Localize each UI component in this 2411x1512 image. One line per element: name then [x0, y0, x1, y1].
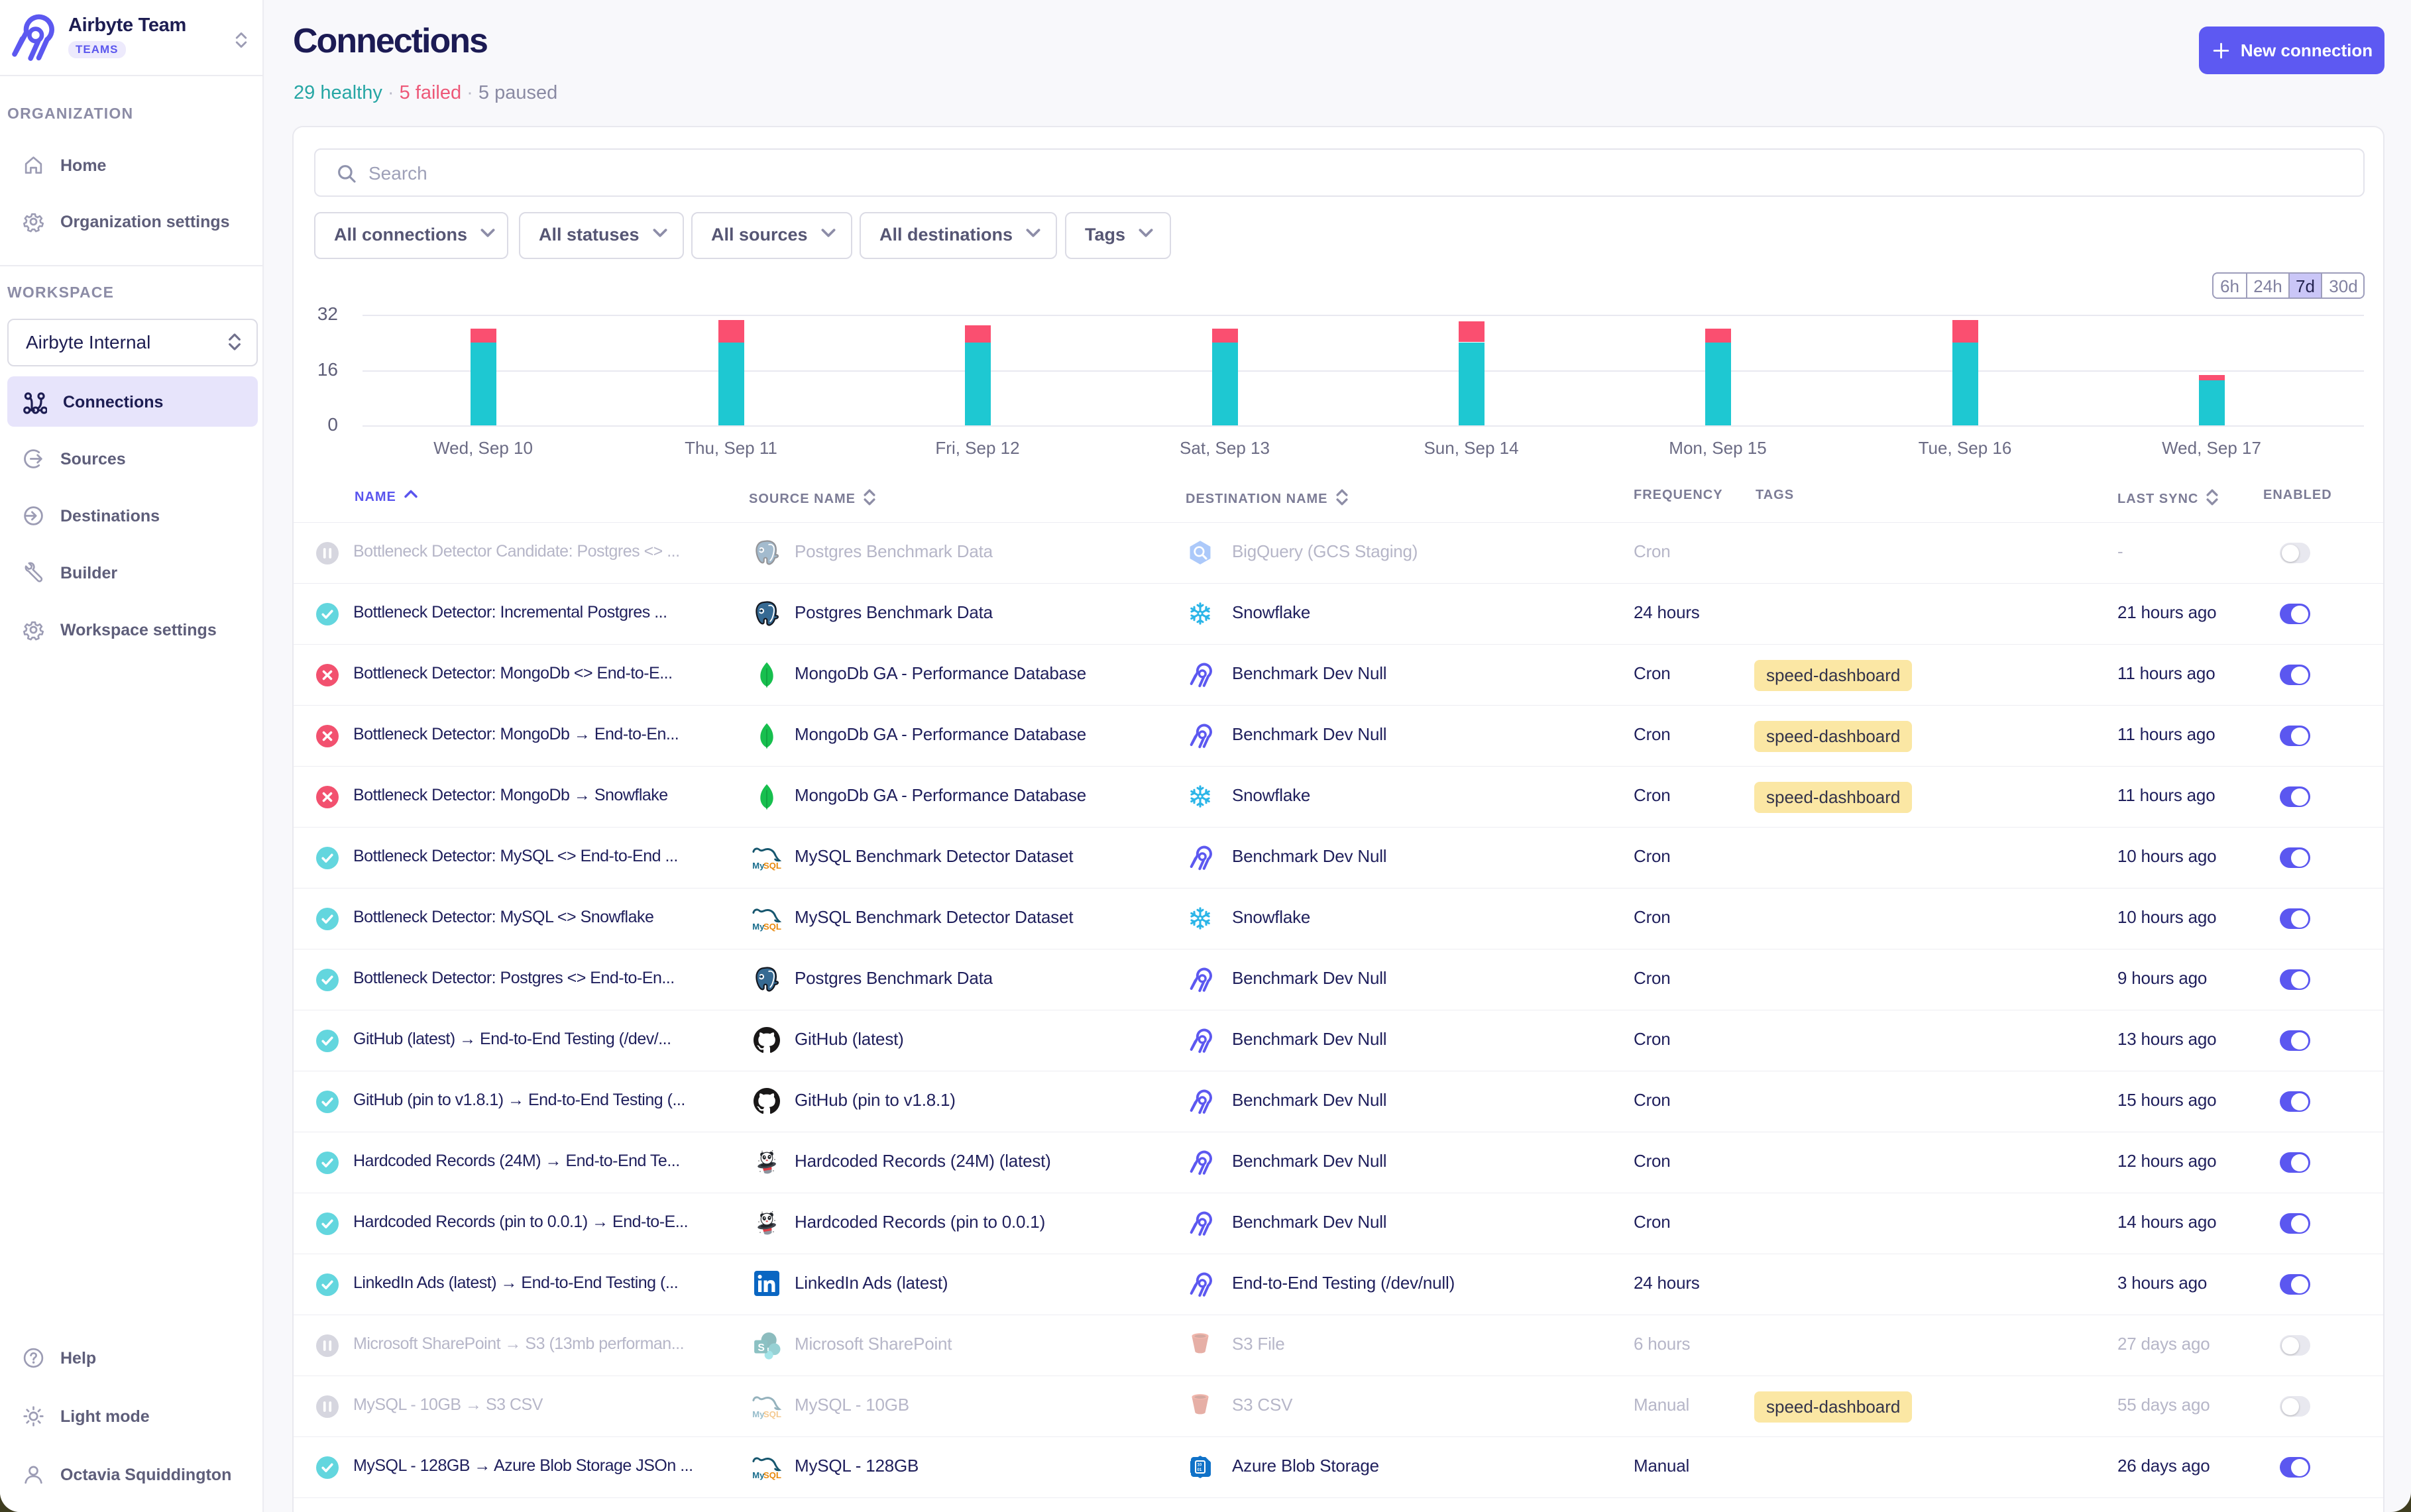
svg-text:SQL: SQL — [763, 1470, 781, 1480]
svg-text:SQL: SQL — [763, 1409, 781, 1419]
svg-text:S: S — [757, 1342, 765, 1354]
svg-text:SQL: SQL — [763, 861, 781, 871]
svg-text:10: 10 — [1198, 1464, 1202, 1468]
svg-text:01: 01 — [1198, 1468, 1202, 1472]
svg-text:SQL: SQL — [763, 922, 781, 932]
